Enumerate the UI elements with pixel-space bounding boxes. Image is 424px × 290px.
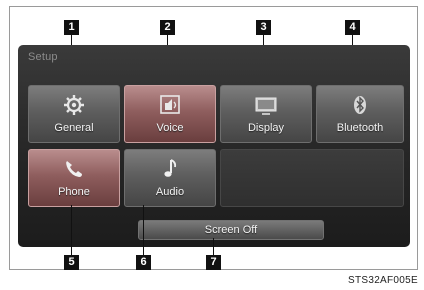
general-label: General xyxy=(54,122,94,134)
screen-title: Setup xyxy=(28,51,58,63)
phone-button[interactable]: Phone xyxy=(28,149,120,207)
callout-3: 3 xyxy=(256,20,271,35)
callout-1: 1 xyxy=(64,20,79,35)
callout-2: 2 xyxy=(160,20,175,35)
voice-label: Voice xyxy=(156,122,184,134)
general-button[interactable]: General xyxy=(28,85,120,143)
callout-4: 4 xyxy=(345,20,360,35)
music-note-icon xyxy=(164,159,177,177)
screen-off-button[interactable]: Screen Off xyxy=(138,220,324,240)
figure-code: STS32AF005E xyxy=(347,275,418,286)
leader-line-7 xyxy=(213,238,214,255)
phone-icon xyxy=(66,161,82,177)
bluetooth-icon xyxy=(354,96,366,114)
leader-line-6 xyxy=(143,205,144,255)
leader-line-5 xyxy=(71,205,72,255)
audio-label: Audio xyxy=(155,186,185,198)
display-icon xyxy=(255,97,277,115)
voice-button[interactable]: Voice xyxy=(124,85,216,143)
bluetooth-label: Bluetooth xyxy=(336,122,384,134)
callout-6: 6 xyxy=(136,255,151,270)
phone-label: Phone xyxy=(58,186,90,198)
callout-7: 7 xyxy=(206,255,221,270)
audio-button[interactable]: Audio xyxy=(124,149,216,207)
callout-5: 5 xyxy=(64,255,79,270)
empty-slot xyxy=(220,149,404,207)
bluetooth-button[interactable]: Bluetooth xyxy=(316,85,404,143)
setup-screen: Setup General Voice Display Bluetooth Ph… xyxy=(18,45,410,247)
display-button[interactable]: Display xyxy=(220,85,312,143)
gear-icon xyxy=(64,95,84,115)
voice-icon xyxy=(160,95,180,114)
display-label: Display xyxy=(247,122,285,134)
